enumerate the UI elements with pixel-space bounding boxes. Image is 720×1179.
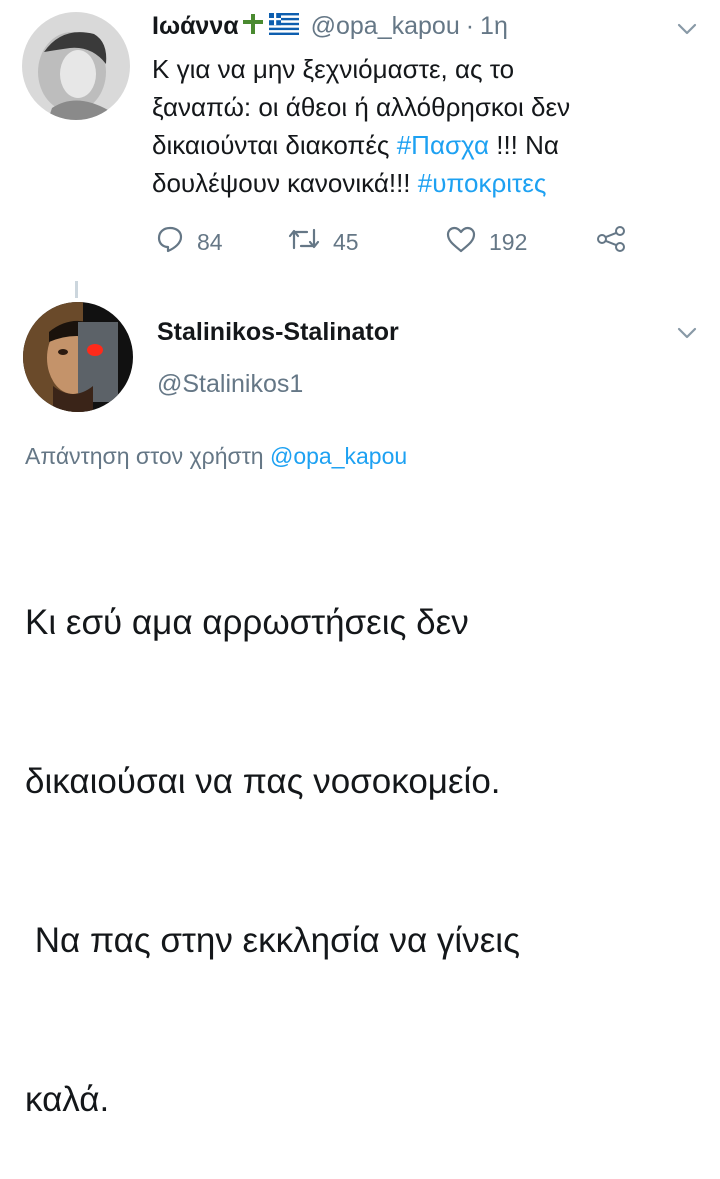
like-button[interactable]: 192 [445,224,527,260]
tweet1-header: Ιωάννα @opa_kapou · 1η [152,12,508,41]
hashtag-pasxa[interactable]: #Πασχα [397,130,489,160]
tweet2-text-line: καλά. [25,1080,110,1119]
reply-count: 84 [197,228,223,255]
tweet1-separator: · [465,12,475,40]
retweet-button[interactable]: 45 [287,224,359,260]
tweet1-text-line: δικαιούνται διακοπές #Πασχα !!! Να [152,130,559,160]
tweet2-text-line: Να πας στην εκκλησία να γίνεις [25,921,520,960]
tweet1-text-line: Κ για να μην ξεχνιόμαστε, ας το [152,54,515,84]
tweet1-text: Κ για να μην ξεχνιόμαστε, ας το ξαναπώ: … [152,50,692,202]
reply-prefix: Απάντηση στον χρήστη [25,443,270,469]
tweet1-author-name[interactable]: Ιωάννα [152,12,239,41]
greek-flag-icon [268,13,299,40]
tweet2-author-name[interactable]: Stalinikos-Stalinator [157,318,399,347]
thread-connector [75,281,78,298]
retweet-icon [287,224,321,260]
avatar-stalinikos[interactable] [23,302,133,412]
tweet1-handle[interactable]: @opa_kapou [311,12,460,41]
tweet2-handle[interactable]: @Stalinikos1 [157,370,303,399]
share-icon [595,224,627,260]
tweet2-text-line: Κι εσύ αμα αρρωστήσεις δεν [25,603,469,642]
tweet2-text-line: δικαιούσαι να πας νοσοκομείο. [25,762,501,801]
chevron-down-icon[interactable] [677,22,697,40]
tweet2-text: Κι εσύ αμα αρρωστήσεις δεν δικαιούσαι να… [25,490,705,1179]
share-button[interactable] [595,224,627,260]
avatar-ioanna[interactable] [22,12,130,120]
reply-mention[interactable]: @opa_kapou [270,443,407,469]
like-count: 192 [489,228,528,255]
tweet1-time[interactable]: 1η [480,12,508,41]
like-icon [445,224,477,260]
hashtag-ypokrites[interactable]: #υποκριτες [418,168,547,198]
tweet1-actions: 84 45 192 [155,224,635,258]
retweet-count: 45 [333,228,359,255]
tweet1-text-line: ξαναπώ: οι άθεοι ή αλλόθρησκοι δεν [152,92,571,122]
reply-icon [155,224,185,260]
cross-emoji-icon [241,12,265,41]
tweet1-text-line: δουλέψουν κανονικά!!! #υποκριτες [152,168,547,198]
chevron-down-icon[interactable] [677,326,697,344]
replying-to: Απάντηση στον χρήστη @opa_kapou [25,443,407,470]
reply-button[interactable]: 84 [155,224,223,260]
